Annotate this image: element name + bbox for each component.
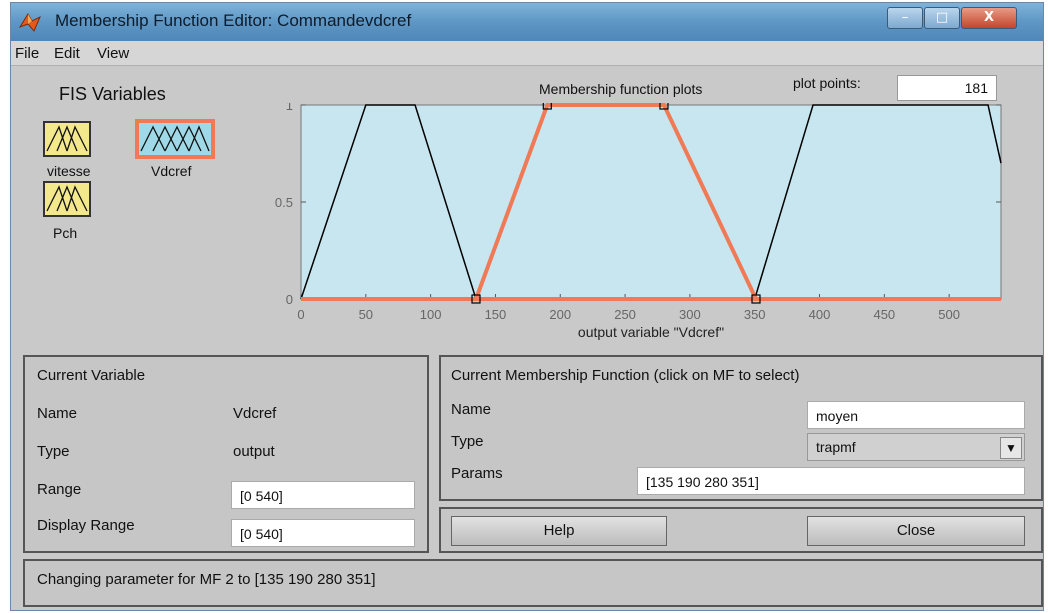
menu-file[interactable]: File [15, 45, 39, 62]
input-mf-icon [46, 185, 88, 212]
close-button[interactable]: Close [807, 516, 1025, 546]
minimize-button[interactable]: – [887, 7, 923, 29]
mf-plot[interactable]: 0 50 100 150 200 250 300 350 400 450 500 0 0.5 1 outpu… [261, 103, 1021, 353]
variable-range-label: Range [37, 481, 82, 498]
plot-area [300, 104, 1002, 300]
maximize-button[interactable]: □ [924, 7, 960, 29]
x-tick-label: 150 [485, 307, 507, 322]
mf-editor-window: Membership Function Editor: Commandevdcr… [10, 2, 1044, 611]
close-window-button[interactable]: X [961, 7, 1017, 29]
matlab-logo-icon [19, 13, 41, 32]
chevron-down-icon[interactable]: ▼ [1000, 437, 1022, 459]
variable-type-value: output [233, 443, 275, 460]
output-mf-icon [140, 125, 210, 152]
mf-name-input[interactable]: moyen [807, 401, 1025, 429]
mf-type-label: Type [451, 433, 484, 450]
fis-variable-vdcref[interactable] [135, 119, 215, 159]
fis-variable-vitesse[interactable] [43, 121, 91, 157]
mf-params-label: Params [451, 465, 503, 482]
mf-name-label: Name [451, 401, 492, 418]
x-tick-label: 100 [420, 307, 442, 322]
x-tick-label: 500 [938, 307, 960, 322]
mf-params-input[interactable]: [135 190 280 351] [637, 467, 1025, 495]
plot-points-label: plot points: [793, 75, 861, 91]
variable-name-value: Vdcref [233, 405, 277, 422]
current-mf-header: Current Membership Function (click on MF… [451, 367, 800, 384]
display-range-label: Display Range [37, 517, 135, 534]
x-tick-label: 50 [359, 307, 373, 322]
current-variable-header: Current Variable [37, 367, 146, 384]
x-tick-label: 450 [873, 307, 895, 322]
input-mf-icon [46, 125, 88, 152]
plot-points-input[interactable]: 181 [897, 75, 997, 101]
title-bar[interactable]: Membership Function Editor: Commandevdcr… [11, 3, 1043, 41]
current-variable-panel: Current Variable Name Vdcref Type output… [23, 355, 429, 553]
fis-variables-label: FIS Variables [59, 84, 166, 104]
fis-variable-vdcref-label: Vdcref [151, 163, 192, 179]
x-tick-label: 400 [809, 307, 831, 322]
x-axis-label: output variable "Vdcref" [578, 324, 724, 340]
help-button[interactable]: Help [451, 516, 667, 546]
display-range-input[interactable]: [0 540] [231, 519, 415, 547]
window-title: Membership Function Editor: Commandevdcr… [55, 11, 412, 30]
mf-type-value: trapmf [816, 439, 856, 455]
variable-type-label: Type [37, 443, 70, 460]
button-panel: Help Close [439, 507, 1043, 553]
fis-variable-pch[interactable] [43, 181, 91, 217]
menu-bar: File Edit View [11, 41, 1043, 66]
plot-title: Membership function plots [539, 81, 703, 97]
y-tick-label: 0 [286, 292, 293, 307]
current-mf-panel: Current Membership Function (click on MF… [439, 355, 1043, 501]
range-input[interactable]: [0 540] [231, 481, 415, 509]
y-tick-label: 1 [286, 103, 293, 113]
menu-edit[interactable]: Edit [54, 45, 80, 62]
status-message: Changing parameter for MF 2 to [135 190 … [37, 571, 376, 588]
y-tick-label: 0.5 [275, 195, 293, 210]
x-tick-label: 350 [744, 307, 766, 322]
mf-type-select[interactable]: trapmf ▼ [807, 433, 1025, 461]
x-tick-label: 300 [679, 307, 701, 322]
fis-variable-pch-label: Pch [53, 225, 78, 241]
x-tick-label: 200 [549, 307, 571, 322]
variable-name-label: Name [37, 405, 78, 422]
fis-variable-vitesse-label: vitesse [47, 163, 91, 179]
x-tick-label: 0 [297, 307, 304, 322]
menu-view[interactable]: View [97, 45, 129, 62]
x-tick-label: 250 [614, 307, 636, 322]
